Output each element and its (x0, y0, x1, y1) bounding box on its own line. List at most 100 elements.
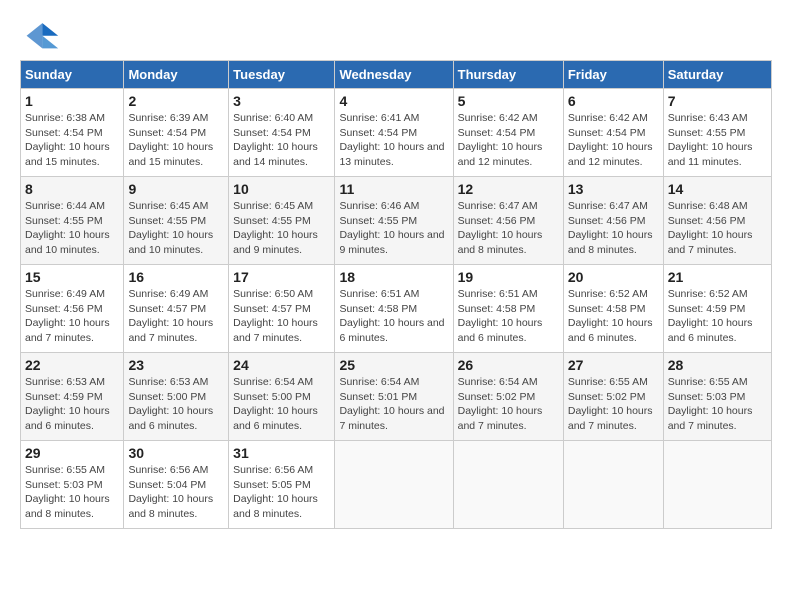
day-info: Sunrise: 6:54 AMSunset: 5:00 PMDaylight:… (233, 375, 330, 434)
day-info: Sunrise: 6:50 AMSunset: 4:57 PMDaylight:… (233, 287, 330, 346)
day-info: Sunrise: 6:53 AMSunset: 4:59 PMDaylight:… (25, 375, 119, 434)
calendar-cell: 8 Sunrise: 6:44 AMSunset: 4:55 PMDayligh… (21, 177, 124, 265)
day-info: Sunrise: 6:42 AMSunset: 4:54 PMDaylight:… (458, 111, 559, 170)
day-number: 13 (568, 181, 659, 197)
calendar-cell: 1 Sunrise: 6:38 AMSunset: 4:54 PMDayligh… (21, 89, 124, 177)
day-number: 5 (458, 93, 559, 109)
day-number: 18 (339, 269, 448, 285)
weekday-header-monday: Monday (124, 61, 229, 89)
calendar-cell: 3 Sunrise: 6:40 AMSunset: 4:54 PMDayligh… (229, 89, 335, 177)
calendar-cell (453, 441, 563, 529)
day-number: 16 (128, 269, 224, 285)
calendar-cell: 6 Sunrise: 6:42 AMSunset: 4:54 PMDayligh… (563, 89, 663, 177)
day-number: 8 (25, 181, 119, 197)
weekday-header-tuesday: Tuesday (229, 61, 335, 89)
calendar-body: 1 Sunrise: 6:38 AMSunset: 4:54 PMDayligh… (21, 89, 772, 529)
logo (20, 20, 66, 50)
calendar-table: SundayMondayTuesdayWednesdayThursdayFrid… (20, 60, 772, 529)
calendar-week-row: 8 Sunrise: 6:44 AMSunset: 4:55 PMDayligh… (21, 177, 772, 265)
day-number: 29 (25, 445, 119, 461)
day-number: 20 (568, 269, 659, 285)
day-info: Sunrise: 6:48 AMSunset: 4:56 PMDaylight:… (668, 199, 767, 258)
day-info: Sunrise: 6:55 AMSunset: 5:03 PMDaylight:… (25, 463, 119, 522)
calendar-cell: 24 Sunrise: 6:54 AMSunset: 5:00 PMDaylig… (229, 353, 335, 441)
calendar-cell (563, 441, 663, 529)
day-number: 30 (128, 445, 224, 461)
calendar-cell: 5 Sunrise: 6:42 AMSunset: 4:54 PMDayligh… (453, 89, 563, 177)
day-info: Sunrise: 6:52 AMSunset: 4:59 PMDaylight:… (668, 287, 767, 346)
day-number: 25 (339, 357, 448, 373)
day-number: 22 (25, 357, 119, 373)
day-info: Sunrise: 6:47 AMSunset: 4:56 PMDaylight:… (568, 199, 659, 258)
calendar-cell: 15 Sunrise: 6:49 AMSunset: 4:56 PMDaylig… (21, 265, 124, 353)
day-info: Sunrise: 6:45 AMSunset: 4:55 PMDaylight:… (233, 199, 330, 258)
calendar-cell: 21 Sunrise: 6:52 AMSunset: 4:59 PMDaylig… (663, 265, 771, 353)
day-info: Sunrise: 6:51 AMSunset: 4:58 PMDaylight:… (339, 287, 448, 346)
calendar-header: SundayMondayTuesdayWednesdayThursdayFrid… (21, 61, 772, 89)
calendar-cell (335, 441, 453, 529)
calendar-week-row: 22 Sunrise: 6:53 AMSunset: 4:59 PMDaylig… (21, 353, 772, 441)
calendar-week-row: 29 Sunrise: 6:55 AMSunset: 5:03 PMDaylig… (21, 441, 772, 529)
weekday-header-sunday: Sunday (21, 61, 124, 89)
calendar-cell: 28 Sunrise: 6:55 AMSunset: 5:03 PMDaylig… (663, 353, 771, 441)
day-number: 10 (233, 181, 330, 197)
day-info: Sunrise: 6:56 AMSunset: 5:04 PMDaylight:… (128, 463, 224, 522)
calendar-cell: 31 Sunrise: 6:56 AMSunset: 5:05 PMDaylig… (229, 441, 335, 529)
calendar-cell: 18 Sunrise: 6:51 AMSunset: 4:58 PMDaylig… (335, 265, 453, 353)
day-number: 11 (339, 181, 448, 197)
calendar-cell: 13 Sunrise: 6:47 AMSunset: 4:56 PMDaylig… (563, 177, 663, 265)
calendar-cell: 14 Sunrise: 6:48 AMSunset: 4:56 PMDaylig… (663, 177, 771, 265)
calendar-week-row: 15 Sunrise: 6:49 AMSunset: 4:56 PMDaylig… (21, 265, 772, 353)
weekday-header-row: SundayMondayTuesdayWednesdayThursdayFrid… (21, 61, 772, 89)
day-number: 9 (128, 181, 224, 197)
calendar-cell (663, 441, 771, 529)
day-number: 14 (668, 181, 767, 197)
calendar-cell: 27 Sunrise: 6:55 AMSunset: 5:02 PMDaylig… (563, 353, 663, 441)
day-number: 6 (568, 93, 659, 109)
day-number: 28 (668, 357, 767, 373)
calendar-cell: 11 Sunrise: 6:46 AMSunset: 4:55 PMDaylig… (335, 177, 453, 265)
day-number: 26 (458, 357, 559, 373)
calendar-cell: 12 Sunrise: 6:47 AMSunset: 4:56 PMDaylig… (453, 177, 563, 265)
day-number: 12 (458, 181, 559, 197)
day-info: Sunrise: 6:42 AMSunset: 4:54 PMDaylight:… (568, 111, 659, 170)
calendar-cell: 23 Sunrise: 6:53 AMSunset: 5:00 PMDaylig… (124, 353, 229, 441)
weekday-header-saturday: Saturday (663, 61, 771, 89)
calendar-cell: 30 Sunrise: 6:56 AMSunset: 5:04 PMDaylig… (124, 441, 229, 529)
calendar-cell: 2 Sunrise: 6:39 AMSunset: 4:54 PMDayligh… (124, 89, 229, 177)
day-number: 21 (668, 269, 767, 285)
calendar-cell: 29 Sunrise: 6:55 AMSunset: 5:03 PMDaylig… (21, 441, 124, 529)
day-info: Sunrise: 6:41 AMSunset: 4:54 PMDaylight:… (339, 111, 448, 170)
day-info: Sunrise: 6:49 AMSunset: 4:57 PMDaylight:… (128, 287, 224, 346)
day-info: Sunrise: 6:46 AMSunset: 4:55 PMDaylight:… (339, 199, 448, 258)
day-info: Sunrise: 6:40 AMSunset: 4:54 PMDaylight:… (233, 111, 330, 170)
weekday-header-thursday: Thursday (453, 61, 563, 89)
weekday-header-friday: Friday (563, 61, 663, 89)
day-info: Sunrise: 6:55 AMSunset: 5:02 PMDaylight:… (568, 375, 659, 434)
day-info: Sunrise: 6:43 AMSunset: 4:55 PMDaylight:… (668, 111, 767, 170)
calendar-cell: 10 Sunrise: 6:45 AMSunset: 4:55 PMDaylig… (229, 177, 335, 265)
day-info: Sunrise: 6:56 AMSunset: 5:05 PMDaylight:… (233, 463, 330, 522)
calendar-week-row: 1 Sunrise: 6:38 AMSunset: 4:54 PMDayligh… (21, 89, 772, 177)
day-number: 2 (128, 93, 224, 109)
day-number: 4 (339, 93, 448, 109)
day-number: 24 (233, 357, 330, 373)
day-number: 27 (568, 357, 659, 373)
calendar-cell: 4 Sunrise: 6:41 AMSunset: 4:54 PMDayligh… (335, 89, 453, 177)
calendar-cell: 7 Sunrise: 6:43 AMSunset: 4:55 PMDayligh… (663, 89, 771, 177)
day-number: 31 (233, 445, 330, 461)
calendar-cell: 9 Sunrise: 6:45 AMSunset: 4:55 PMDayligh… (124, 177, 229, 265)
day-number: 7 (668, 93, 767, 109)
day-info: Sunrise: 6:52 AMSunset: 4:58 PMDaylight:… (568, 287, 659, 346)
day-info: Sunrise: 6:54 AMSunset: 5:01 PMDaylight:… (339, 375, 448, 434)
calendar-cell: 22 Sunrise: 6:53 AMSunset: 4:59 PMDaylig… (21, 353, 124, 441)
day-info: Sunrise: 6:53 AMSunset: 5:00 PMDaylight:… (128, 375, 224, 434)
day-info: Sunrise: 6:39 AMSunset: 4:54 PMDaylight:… (128, 111, 224, 170)
day-info: Sunrise: 6:47 AMSunset: 4:56 PMDaylight:… (458, 199, 559, 258)
calendar-cell: 26 Sunrise: 6:54 AMSunset: 5:02 PMDaylig… (453, 353, 563, 441)
day-info: Sunrise: 6:49 AMSunset: 4:56 PMDaylight:… (25, 287, 119, 346)
day-number: 23 (128, 357, 224, 373)
day-number: 1 (25, 93, 119, 109)
calendar-cell: 19 Sunrise: 6:51 AMSunset: 4:58 PMDaylig… (453, 265, 563, 353)
day-info: Sunrise: 6:44 AMSunset: 4:55 PMDaylight:… (25, 199, 119, 258)
